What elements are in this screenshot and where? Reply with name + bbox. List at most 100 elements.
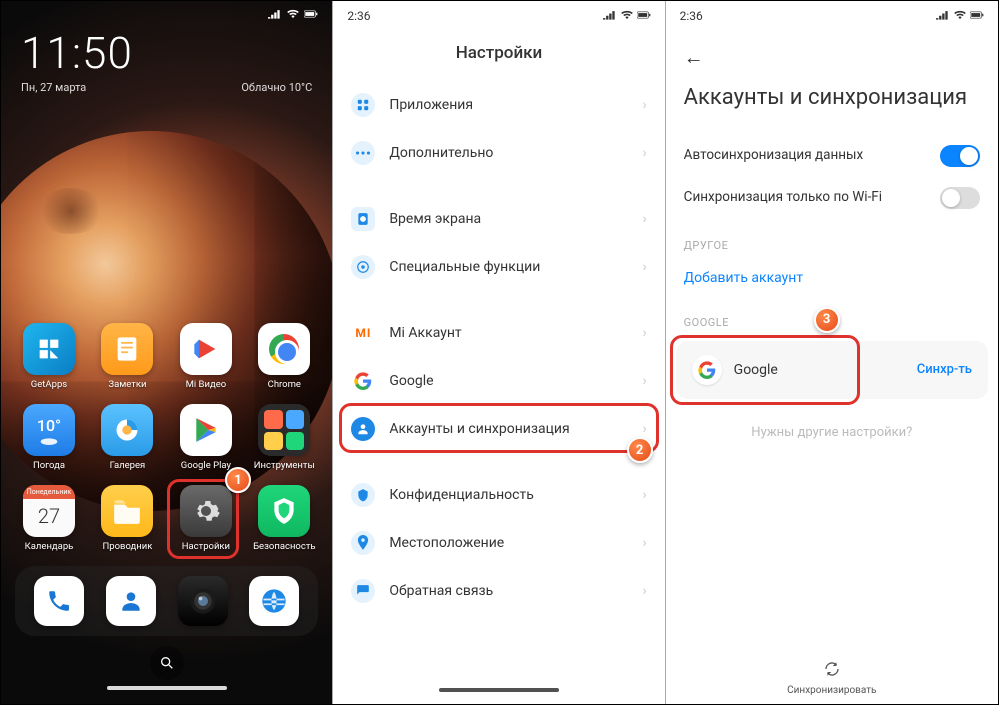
callout-badge-3: 3	[814, 307, 840, 333]
settings-item-screentime[interactable]: Время экрана›	[333, 195, 664, 243]
home-indicator[interactable]	[439, 688, 559, 692]
clock-date: Пн, 27 марта	[21, 81, 86, 94]
app-gallery[interactable]: Галерея	[93, 404, 161, 471]
app-security[interactable]: Безопасность	[250, 485, 318, 552]
tools-folder-icon	[258, 404, 310, 456]
search-button[interactable]	[150, 646, 184, 680]
other-settings-hint[interactable]: Нужны другие настройки?	[666, 403, 998, 448]
getapps-icon	[23, 323, 75, 375]
app-contacts[interactable]	[106, 576, 156, 626]
signal-icon	[936, 9, 950, 23]
chevron-right-icon: ›	[642, 97, 646, 113]
app-phone[interactable]	[34, 576, 84, 626]
app-notes[interactable]: Заметки	[93, 323, 161, 390]
app-mivideo[interactable]: Mi Видео	[172, 323, 240, 390]
page-title: Настройки	[333, 27, 664, 81]
sync-all-button[interactable]: Синхронизировать	[666, 660, 998, 696]
home-screen-panel: 11:50 Пн, 27 марта Облачно 10°C GetApps …	[1, 1, 333, 704]
chevron-right-icon: ›	[642, 145, 646, 161]
app-getapps[interactable]: GetApps	[15, 323, 83, 390]
chrome-icon	[258, 323, 310, 375]
page-title: Аккаунты и синхронизация	[684, 76, 980, 131]
chevron-right-icon: ›	[642, 259, 646, 275]
back-button[interactable]: ←	[684, 39, 980, 76]
status-time: 2:36	[347, 9, 370, 23]
status-bar	[1, 1, 332, 23]
app-tools-folder[interactable]: Инструменты	[250, 404, 318, 471]
status-time: 2:36	[680, 9, 703, 23]
sync-button[interactable]: Синхр-ть	[917, 362, 972, 377]
accounts-sync-panel: 2:36 ← Аккаунты и синхронизация Автосинх…	[666, 1, 998, 704]
toggle-row-wifi-only[interactable]: Синхронизация только по Wi-Fi	[666, 177, 998, 219]
settings-item-miaccount[interactable]: MIMi Аккаунт›	[333, 309, 664, 357]
search-icon	[159, 655, 175, 671]
status-bar: 2:36	[333, 1, 664, 27]
chevron-right-icon: ›	[642, 583, 646, 599]
wifi-icon	[286, 9, 300, 19]
settings-list-panel: 2:36 Настройки Приложения› Дополнительно…	[333, 1, 665, 704]
gallery-icon	[101, 404, 153, 456]
autosync-toggle[interactable]	[940, 145, 980, 167]
sync-icon	[666, 660, 998, 683]
settings-icon	[180, 485, 232, 537]
feedback-icon	[351, 579, 375, 603]
dock	[15, 566, 318, 636]
battery-icon	[304, 9, 318, 19]
chevron-right-icon: ›	[642, 421, 646, 437]
app-calendar[interactable]: Понедельник27Календарь	[15, 485, 83, 552]
notes-icon	[101, 323, 153, 375]
callout-badge-1: 1	[225, 467, 251, 493]
signal-icon	[603, 9, 617, 23]
battery-icon	[637, 9, 651, 23]
settings-item-location[interactable]: Местоположение›	[333, 519, 664, 567]
signal-icon	[268, 9, 282, 19]
security-icon	[258, 485, 310, 537]
weather-label: Облачно	[241, 81, 286, 94]
app-chrome[interactable]: Chrome	[250, 323, 318, 390]
settings-item-accounts-sync[interactable]: Аккаунты и синхронизация›	[333, 405, 664, 453]
wifi-only-toggle[interactable]	[940, 187, 980, 209]
more-icon	[351, 141, 375, 165]
home-indicator[interactable]	[107, 686, 227, 690]
google-account-row[interactable]: Google Синхр-ть	[676, 341, 988, 399]
wifi-icon	[953, 9, 967, 23]
calendar-icon: Понедельник27	[23, 485, 75, 537]
weather-icon: 10°	[23, 404, 75, 456]
location-icon	[351, 531, 375, 555]
app-browser[interactable]	[249, 576, 299, 626]
wifi-icon	[620, 9, 634, 23]
screentime-icon	[351, 207, 375, 231]
clock-widget[interactable]: 11:50 Пн, 27 марта Облачно 10°C	[1, 23, 332, 94]
add-account-link[interactable]: Добавить аккаунт	[666, 260, 998, 296]
googleplay-icon	[180, 404, 232, 456]
section-label-other: ДРУГОЕ	[666, 219, 998, 260]
chevron-right-icon: ›	[642, 325, 646, 341]
settings-item-more[interactable]: Дополнительно›	[333, 129, 664, 177]
apps-icon	[351, 93, 375, 117]
settings-item-special[interactable]: Специальные функции›	[333, 243, 664, 291]
mivideo-icon	[180, 323, 232, 375]
chevron-right-icon: ›	[642, 487, 646, 503]
app-settings[interactable]: Настройки	[172, 485, 240, 552]
status-bar: 2:36	[666, 1, 998, 27]
accounts-sync-icon	[351, 417, 375, 441]
settings-item-apps[interactable]: Приложения›	[333, 81, 664, 129]
app-camera[interactable]	[178, 576, 228, 626]
chevron-right-icon: ›	[642, 373, 646, 389]
app-googleplay[interactable]: Google Play	[172, 404, 240, 471]
settings-item-google[interactable]: Google›	[333, 357, 664, 405]
chevron-right-icon: ›	[642, 211, 646, 227]
files-icon	[101, 485, 153, 537]
toggle-row-autosync[interactable]: Автосинхронизация данных	[666, 135, 998, 177]
weather-temp: 10°C	[289, 81, 313, 94]
callout-badge-2: 2	[627, 437, 653, 463]
battery-icon	[970, 9, 984, 23]
mi-logo-icon: MI	[351, 321, 375, 345]
app-files[interactable]: Проводник	[93, 485, 161, 552]
settings-item-privacy[interactable]: Конфиденциальность›	[333, 471, 664, 519]
clock-time: 11:50	[21, 27, 312, 79]
settings-item-feedback[interactable]: Обратная связь›	[333, 567, 664, 615]
special-features-icon	[351, 255, 375, 279]
chevron-right-icon: ›	[642, 535, 646, 551]
app-weather[interactable]: 10°Погода	[15, 404, 83, 471]
